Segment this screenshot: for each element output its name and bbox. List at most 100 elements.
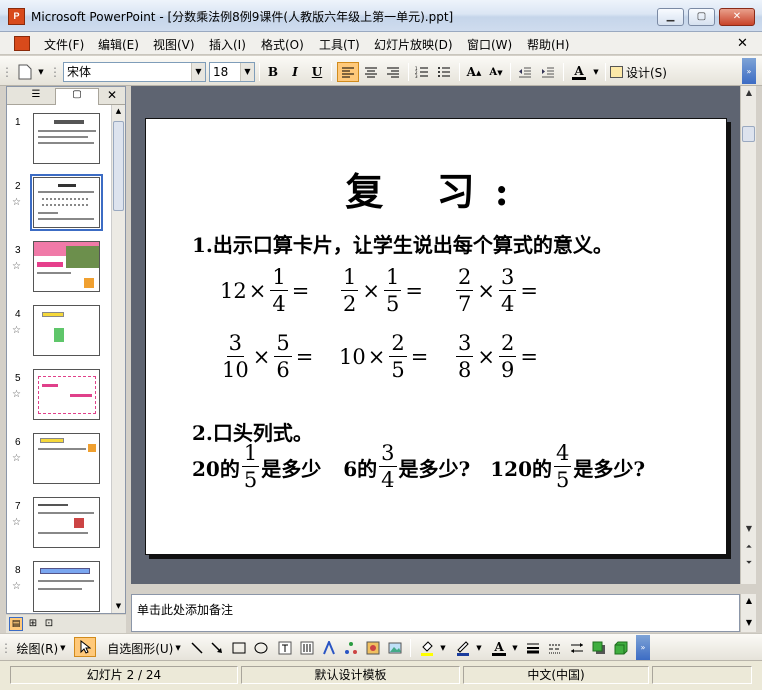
maximize-button[interactable]: ▢ (688, 8, 715, 26)
fill-color-icon[interactable] (416, 638, 438, 658)
slides-pane-scrollbar[interactable]: ▲ ▼ (111, 105, 125, 613)
menu-view[interactable]: 视图(V) (153, 36, 195, 53)
outline-tab-icon[interactable]: ☰ (19, 89, 53, 103)
toolbar-grip-icon[interactable]: ⋮ (1, 62, 13, 82)
shadow-style-icon[interactable] (589, 638, 609, 658)
current-slide[interactable]: 复 习: 1.出示口算卡片，让学生说出每个算式的意义。 12 × 14 = 12 … (145, 118, 727, 555)
next-slide-icon[interactable]: ⏷ (742, 556, 756, 570)
font-color-dropdown-icon[interactable]: ▼ (591, 62, 601, 82)
bullets-icon[interactable] (434, 62, 454, 82)
italic-button[interactable]: I (285, 62, 305, 82)
design-button[interactable]: 设计(S) (610, 62, 672, 82)
toolbar-grip-icon[interactable]: ⋮ (49, 62, 61, 82)
scroll-up-icon[interactable]: ▲ (742, 86, 756, 100)
previous-slide-icon[interactable]: ⏶ (742, 540, 756, 554)
font-name-combo[interactable]: 宋体 ▼ (63, 62, 206, 82)
toolbar-grip-icon[interactable]: ⋮ (0, 638, 12, 658)
autoshapes-menu-button[interactable]: 自选图形(U) ▼ (102, 638, 186, 658)
line-style-icon[interactable] (523, 638, 543, 658)
chevron-down-icon[interactable]: ▼ (240, 63, 254, 81)
numbering-icon[interactable]: 123 (412, 62, 432, 82)
align-left-button[interactable] (337, 62, 359, 82)
menu-format[interactable]: 格式(O) (261, 36, 304, 53)
line-tool-icon[interactable] (188, 638, 206, 658)
scroll-down-icon[interactable]: ▼ (742, 616, 756, 630)
increase-font-size-icon[interactable]: A ▲ (464, 62, 484, 82)
fill-color-dropdown-icon[interactable]: ▼ (438, 638, 448, 658)
text-box-icon[interactable] (276, 638, 294, 658)
decrease-indent-icon[interactable] (515, 62, 535, 82)
slide-thumbnail-3[interactable]: 3 ☆ (7, 239, 111, 299)
pane-splitter[interactable] (131, 584, 756, 594)
drawing-toolbar-options-icon[interactable]: » (636, 635, 650, 660)
font-color-button[interactable]: A (568, 62, 590, 82)
slide-thumbnail-7[interactable]: 7 ☆ (7, 495, 111, 555)
insert-picture-icon[interactable] (386, 638, 404, 658)
3d-style-icon[interactable] (611, 638, 631, 658)
draw-menu-button[interactable]: 绘图(R) ▼ (12, 638, 70, 658)
scroll-up-icon[interactable]: ▲ (112, 105, 125, 118)
decrease-font-size-icon[interactable]: A ▼ (486, 62, 506, 82)
menu-slideshow[interactable]: 幻灯片放映(D) (374, 36, 453, 53)
menu-tools[interactable]: 工具(T) (319, 36, 360, 53)
menu-edit[interactable]: 编辑(E) (98, 36, 139, 53)
slide-vertical-scrollbar[interactable]: ▲ ▼ ⏶ ⏷ (740, 86, 756, 584)
expression-4: 3 10 × 56 = (222, 331, 314, 382)
slide-thumbnail-4[interactable]: 4 ☆ (7, 303, 111, 363)
powerpoint-app-icon[interactable]: P (8, 8, 25, 25)
clip-art-icon[interactable] (364, 638, 382, 658)
slide-sorter-view-icon[interactable]: ⊞ (26, 617, 40, 631)
drawing-font-color-icon[interactable]: A (488, 638, 510, 658)
new-dropdown-icon[interactable]: ▼ (36, 62, 46, 82)
scroll-thumb[interactable] (742, 126, 755, 142)
underline-button[interactable]: U (307, 62, 327, 82)
rectangle-tool-icon[interactable] (230, 638, 248, 658)
chevron-down-icon[interactable]: ▼ (191, 63, 205, 81)
slide-thumbnail-1[interactable]: 1 (7, 111, 111, 171)
font-size-combo[interactable]: 18 ▼ (209, 62, 255, 82)
slide-heading: 复 习: (345, 169, 529, 214)
scroll-up-icon[interactable]: ▲ (742, 594, 756, 608)
scroll-down-icon[interactable]: ▼ (112, 600, 125, 613)
toolbar-options-icon[interactable]: » (742, 58, 756, 84)
minimize-button[interactable]: ▁ (657, 8, 684, 26)
vertical-text-box-icon[interactable] (298, 638, 316, 658)
arrow-style-icon[interactable] (567, 638, 587, 658)
drawing-font-color-dropdown-icon[interactable]: ▼ (510, 638, 520, 658)
bold-button[interactable]: B (263, 62, 283, 82)
notes-scrollbar[interactable]: ▲ ▼ (740, 594, 756, 632)
slide-thumbnail-5[interactable]: 5 ☆ (7, 367, 111, 427)
arrow-tool-icon[interactable] (208, 638, 226, 658)
dash-style-icon[interactable] (545, 638, 565, 658)
diagram-icon[interactable] (342, 638, 360, 658)
line-color-icon[interactable] (452, 638, 474, 658)
slideshow-view-icon[interactable]: ⊡ (42, 617, 56, 631)
slide-thumbnail-8[interactable]: 8 ☆ (7, 559, 111, 613)
align-center-button[interactable] (361, 62, 381, 82)
design-template-name[interactable]: 默认设计模板 (241, 666, 460, 684)
menu-file[interactable]: 文件(F) (44, 36, 84, 53)
close-pane-icon[interactable]: ✕ (107, 88, 117, 102)
line-color-dropdown-icon[interactable]: ▼ (474, 638, 484, 658)
document-icon[interactable] (14, 36, 30, 51)
align-right-button[interactable] (383, 62, 403, 82)
scroll-down-icon[interactable]: ▼ (742, 522, 756, 536)
slide-thumbnail-2[interactable]: 2 ☆ (7, 174, 111, 235)
increase-indent-icon[interactable] (538, 62, 558, 82)
select-objects-icon[interactable] (74, 637, 96, 657)
slide-thumbnail-6[interactable]: 6 ☆ (7, 431, 111, 491)
close-button[interactable]: ✕ (719, 8, 755, 26)
slides-tab-icon[interactable]: ▢ (55, 88, 99, 105)
normal-view-icon[interactable]: ▤ (9, 617, 23, 631)
scroll-thumb[interactable] (113, 121, 124, 211)
oval-tool-icon[interactable] (252, 638, 270, 658)
close-document-icon[interactable]: ✕ (737, 36, 748, 51)
menu-help[interactable]: 帮助(H) (527, 36, 569, 53)
formatting-toolbar: ⋮ ▼ ⋮ 宋体 ▼ 18 ▼ B I U 123 A ▲ A ▼ A ▼ 设计(S) … (0, 56, 762, 86)
new-document-icon[interactable] (14, 62, 36, 82)
wordart-icon[interactable] (320, 638, 338, 658)
notes-pane[interactable]: 单击此处添加备注 (131, 594, 740, 632)
menu-window[interactable]: 窗口(W) (467, 36, 512, 53)
menu-insert[interactable]: 插入(I) (209, 36, 246, 53)
window-title: Microsoft PowerPoint - [分数乘法例8例9课件(人教版六年… (31, 10, 454, 24)
